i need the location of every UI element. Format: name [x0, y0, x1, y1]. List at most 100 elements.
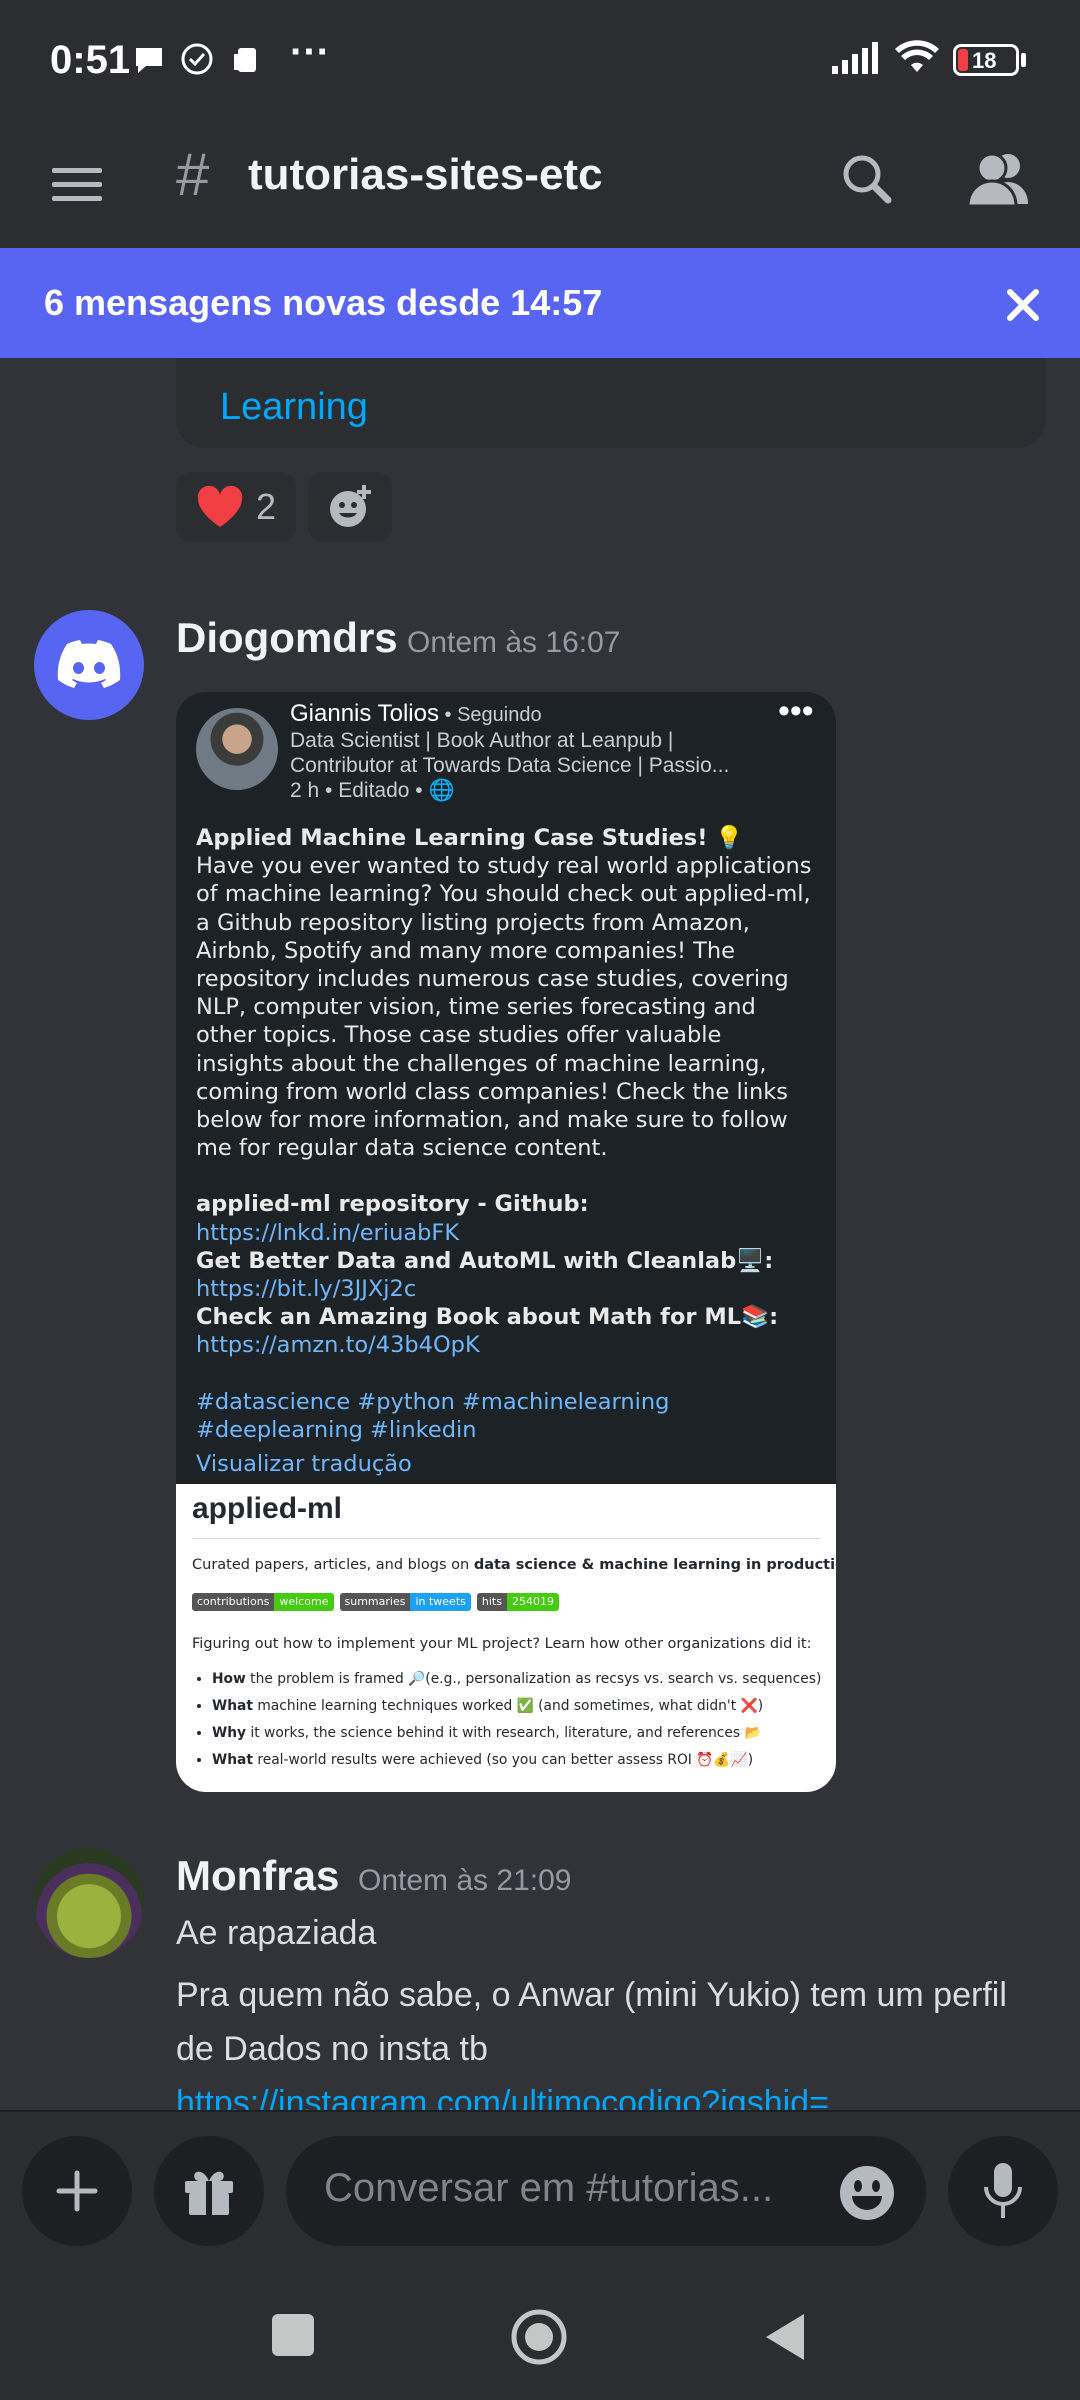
plus-icon	[56, 2170, 98, 2212]
translate-link: Visualizar tradução	[196, 1451, 412, 1478]
members-icon[interactable]	[962, 144, 1034, 216]
repo-badge-value: welcome	[274, 1593, 334, 1611]
repo-bullet-text: it works, the science behind it with res…	[246, 1725, 762, 1741]
repo-description: Curated papers, articles, and blogs on d…	[192, 1556, 836, 1573]
message-input-placeholder: Conversar em #tutorias...	[324, 2166, 774, 2210]
repo-bullet-lead: Why	[212, 1725, 247, 1741]
gift-button[interactable]	[154, 2136, 264, 2246]
emoji-icon[interactable]	[838, 2164, 896, 2222]
battery-icon: 18	[953, 44, 1019, 76]
poster-name: Giannis Tolios	[290, 700, 439, 727]
repo-bullet-text: real-world results were achieved (so you…	[252, 1752, 754, 1768]
reaction-heart[interactable]: 2	[176, 472, 296, 542]
repo-bullets: How the problem is framed 🔎(e.g., person…	[212, 1666, 832, 1774]
poster-headline-2: Contributor at Towards Data Science | Pa…	[290, 754, 730, 777]
globe-icon: 🌐	[428, 779, 455, 802]
back-button[interactable]	[762, 2312, 808, 2362]
post-body: Have you ever wanted to study real world…	[196, 853, 812, 1162]
add-reaction-button[interactable]	[308, 472, 392, 542]
link1-label: applied-ml repository - Github:	[196, 1191, 589, 1218]
link2-url: https://bit.ly/3JJXj2c	[196, 1276, 417, 1303]
battery-tip	[1021, 53, 1026, 67]
link3-url: https://amzn.to/43b4OpK	[196, 1332, 480, 1359]
previous-embed: Learning	[176, 358, 1046, 448]
link3-label: Check an Amazing Book about Math for ML📚…	[196, 1304, 779, 1331]
link1-url: https://lnkd.in/eriuabFK	[196, 1219, 460, 1246]
new-messages-text: 6 mensagens novas desde 14:57	[44, 282, 603, 323]
attach-button[interactable]	[22, 2136, 132, 2246]
repo-badge: summaries in tweets	[339, 1593, 471, 1611]
message-timestamp: Ontem às 21:09	[358, 1864, 572, 1897]
close-icon[interactable]	[1004, 286, 1044, 326]
repo-badge: contributions welcome	[192, 1593, 334, 1611]
follow-status: • Seguindo	[438, 704, 542, 726]
signal-icon	[832, 42, 878, 74]
recents-button[interactable]	[272, 2314, 314, 2356]
repo-bullet: Why it works, the science behind it with…	[212, 1720, 832, 1747]
poster-avatar	[196, 708, 278, 790]
more-options-icon: •••	[778, 692, 814, 730]
sim-card-icon	[234, 48, 256, 72]
avatar[interactable]	[34, 610, 144, 720]
voice-button[interactable]	[948, 2136, 1058, 2246]
repo-bullet-lead: What	[212, 1752, 253, 1768]
more-notifications-icon: ···	[290, 30, 330, 74]
link2-label: Get Better Data and AutoML with Cleanlab…	[196, 1247, 774, 1274]
message-timestamp: Ontem às 16:07	[407, 626, 621, 659]
repo-badge-value: 254019	[506, 1593, 559, 1611]
microphone-icon	[984, 2163, 1022, 2218]
repo-question: Figuring out how to implement your ML pr…	[192, 1636, 812, 1652]
post-meta: 2 h • Editado •	[290, 779, 429, 802]
message-line-2: Pra quem não sabe, o Anwar (mini Yukio) …	[176, 1976, 1007, 2068]
repo-badges: contributions welcome summaries in tweets hi…	[192, 1592, 565, 1611]
repo-badge-value: in tweets	[410, 1593, 471, 1611]
message-author[interactable]: Monfras	[176, 1852, 339, 1900]
chat-bubble-icon	[136, 48, 162, 73]
wifi-icon	[895, 40, 939, 72]
heart-icon	[197, 485, 243, 527]
gift-icon	[185, 2171, 233, 2215]
linkedin-post-image[interactable]: Giannis Tolios • Seguindo Data Scientist…	[176, 692, 836, 1792]
repo-badge-label: summaries	[339, 1593, 411, 1611]
add-reaction-icon	[330, 485, 371, 527]
message-list[interactable]: Learning 2 Diogomdrs Ontem às 16:07 Gian…	[0, 358, 1080, 2110]
discord-logo-icon	[57, 640, 121, 688]
previous-embed-link[interactable]: Learning	[220, 386, 368, 429]
message-link[interactable]: https://instagram.com/ultimocodigo?igshi…	[176, 2076, 1036, 2110]
message-line-1: Ae rapaziada	[176, 1914, 377, 1952]
repo-desc-pre: Curated papers, articles, and blogs on	[192, 1557, 474, 1573]
composer-bar: Conversar em #tutorias...	[0, 2110, 1080, 2270]
message-content: Ae rapaziada Pra quem não sabe, o Anwar …	[176, 1906, 1036, 2110]
message-author[interactable]: Diogomdrs	[176, 614, 398, 662]
repo-bullet: What machine learning techniques worked …	[212, 1693, 832, 1720]
poster-headline-1: Data Scientist | Book Author at Leanpub …	[290, 729, 674, 752]
message-input[interactable]: Conversar em #tutorias...	[286, 2136, 926, 2246]
repo-bullet: How the problem is framed 🔎(e.g., person…	[212, 1666, 832, 1693]
repo-badge: hits 254019	[476, 1593, 559, 1611]
post-title: Applied Machine Learning Case Studies! 💡	[196, 825, 744, 851]
status-time: 0:51	[50, 38, 131, 82]
repo-bullet: What real-world results were achieved (s…	[212, 1747, 832, 1774]
check-circle-icon	[181, 43, 213, 75]
repo-divider	[192, 1538, 820, 1539]
search-icon[interactable]	[836, 146, 896, 216]
home-button[interactable]	[510, 2308, 568, 2366]
menu-icon[interactable]	[50, 152, 106, 212]
repo-bullet-lead: What	[212, 1698, 253, 1714]
post-hashtags: #datascience #python #machinelearning #d…	[196, 1388, 670, 1443]
repo-preview: applied-ml Curated papers, articles, and…	[176, 1484, 836, 1792]
repo-bullet-lead: How	[212, 1671, 246, 1687]
channel-name[interactable]: tutorias-sites-etc	[248, 150, 603, 200]
hash-icon: #	[176, 141, 210, 208]
repo-badge-label: hits	[476, 1593, 507, 1611]
system-nav-bar	[0, 2270, 1080, 2400]
repo-title: applied-ml	[192, 1492, 343, 1525]
repo-bullet-text: the problem is framed 🔎(e.g., personaliz…	[245, 1671, 822, 1687]
repo-badge-label: contributions	[192, 1593, 275, 1611]
new-messages-banner[interactable]: 6 mensagens novas desde 14:57	[0, 248, 1080, 358]
battery-level: 18	[972, 48, 997, 73]
repo-desc-bold: data science & machine learning in produ…	[473, 1557, 836, 1573]
repo-bullet-text: machine learning techniques worked ✅ (an…	[252, 1698, 764, 1714]
channel-header: # tutorias-sites-etc	[0, 120, 1080, 248]
avatar[interactable]	[34, 1848, 144, 1958]
